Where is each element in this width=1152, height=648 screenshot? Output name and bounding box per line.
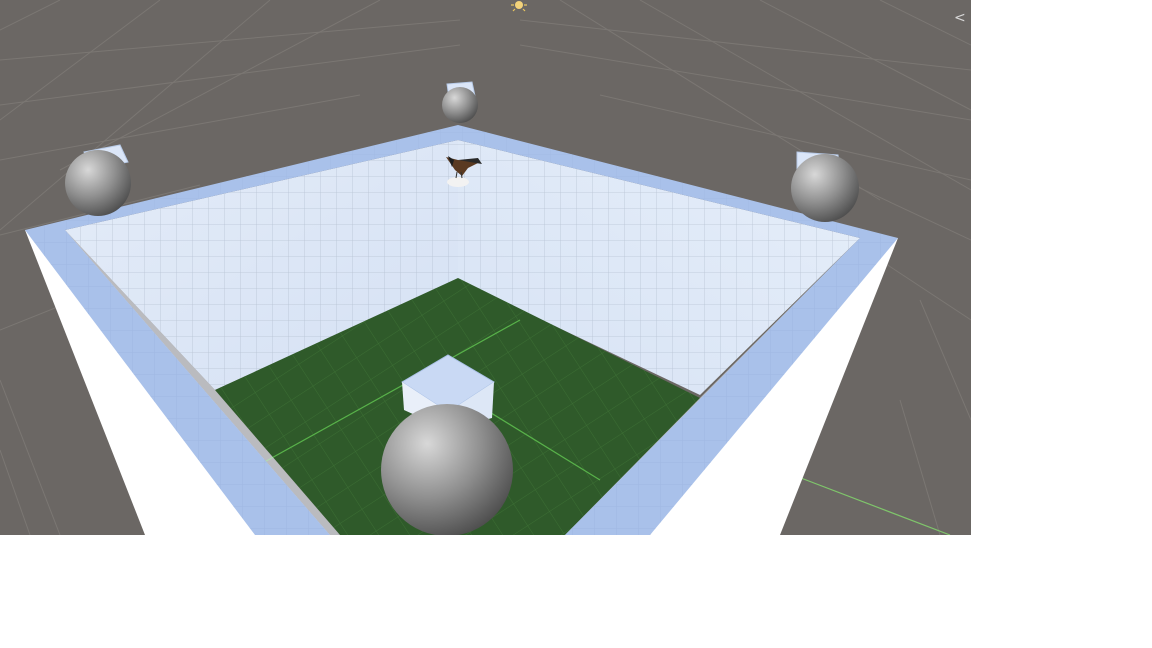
sphere-center[interactable] bbox=[381, 404, 513, 535]
page: < bbox=[0, 0, 1152, 648]
corner-marker-back[interactable] bbox=[442, 81, 478, 123]
scene-render[interactable] bbox=[0, 0, 971, 535]
sphere-back[interactable] bbox=[442, 87, 478, 123]
sphere-left[interactable] bbox=[65, 150, 131, 216]
bottom-blank-area bbox=[0, 535, 1152, 648]
scene-viewport[interactable]: < bbox=[0, 0, 971, 535]
bird-shadow bbox=[447, 177, 469, 187]
orientation-gizmo-icon[interactable]: < bbox=[954, 10, 966, 26]
sphere-right[interactable] bbox=[791, 154, 859, 222]
right-blank-area bbox=[971, 0, 1152, 535]
